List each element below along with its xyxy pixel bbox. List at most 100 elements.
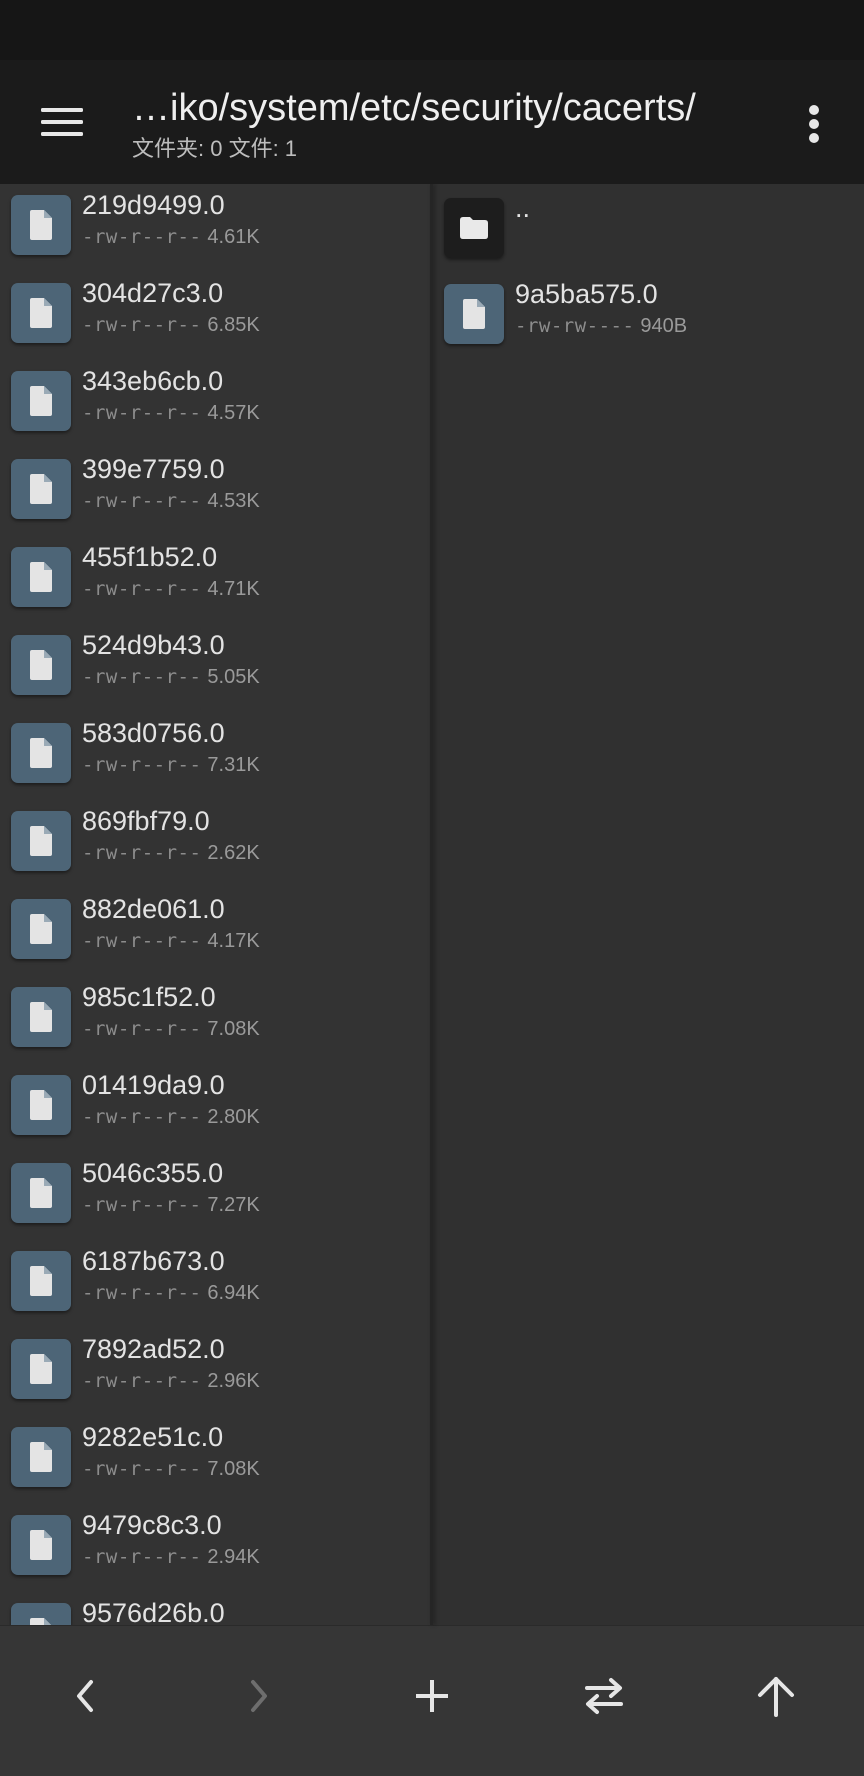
- file-name: 9a5ba575.0: [515, 279, 658, 309]
- file-row[interactable]: 882de061.0 -rw-r--r-- 4.17K: [0, 894, 430, 987]
- file-permissions: -rw-r--r--: [82, 1018, 202, 1040]
- more-vert-icon: [809, 105, 819, 143]
- file-size: 6.85K: [207, 314, 260, 336]
- file-meta: -rw-r--r-- 7.08K: [82, 1016, 260, 1042]
- file-icon: [11, 1163, 71, 1223]
- file-row[interactable]: 9576d26b.0: [0, 1598, 430, 1625]
- file-meta: -rw-r--r-- 2.96K: [82, 1368, 260, 1394]
- bottom-toolbar: [0, 1625, 864, 1776]
- file-name: 5046c355.0: [82, 1158, 224, 1188]
- status-bar: [0, 0, 864, 60]
- file-row[interactable]: 455f1b52.0 -rw-r--r-- 4.71K: [0, 542, 430, 635]
- file-icon: [11, 723, 71, 783]
- app-bar: …iko/system/etc/security/cacerts/ 文件夹: 0…: [0, 0, 864, 184]
- file-row[interactable]: 9a5ba575.0 -rw-rw---- 940B: [433, 279, 864, 372]
- file-meta: -rw-r--r-- 6.85K: [82, 312, 260, 338]
- file-name: 985c1f52.0: [82, 982, 216, 1012]
- file-size: 7.31K: [207, 754, 260, 776]
- file-row[interactable]: 01419da9.0 -rw-r--r-- 2.80K: [0, 1070, 430, 1163]
- file-icon: [11, 547, 71, 607]
- file-name: 304d27c3.0: [82, 278, 224, 308]
- file-size: 4.61K: [207, 226, 260, 248]
- file-size: 7.08K: [207, 1458, 260, 1480]
- file-name: 869fbf79.0: [82, 806, 210, 836]
- parent-folder-label: ..: [515, 193, 531, 223]
- file-permissions: -rw-r--r--: [82, 402, 202, 424]
- pane-divider[interactable]: [430, 184, 433, 1625]
- file-meta: -rw-r--r-- 5.05K: [82, 664, 260, 690]
- file-name: 524d9b43.0: [82, 630, 225, 660]
- add-button[interactable]: [392, 1656, 472, 1736]
- title-block: …iko/system/etc/security/cacerts/ 文件夹: 0…: [132, 84, 772, 164]
- file-icon: [11, 1515, 71, 1575]
- file-size: 940B: [640, 315, 688, 337]
- file-meta: -rw-r--r-- 7.08K: [82, 1456, 260, 1482]
- file-permissions: -rw-r--r--: [82, 1194, 202, 1216]
- menu-icon: [41, 108, 83, 136]
- file-permissions: -rw-r--r--: [82, 314, 202, 336]
- file-icon: [11, 195, 71, 255]
- file-size: 2.96K: [207, 1370, 260, 1392]
- file-row[interactable]: 6187b673.0 -rw-r--r-- 6.94K: [0, 1246, 430, 1339]
- file-name: 9479c8c3.0: [82, 1510, 222, 1540]
- file-icon: [11, 987, 71, 1047]
- file-meta: -rw-r--r-- 4.17K: [82, 928, 260, 954]
- file-icon: [11, 1427, 71, 1487]
- more-options-button[interactable]: [790, 96, 838, 152]
- parent-folder-row[interactable]: ..: [433, 193, 864, 286]
- file-icon: [11, 1339, 71, 1399]
- file-icon: [11, 1251, 71, 1311]
- swap-panes-button[interactable]: [564, 1656, 644, 1736]
- file-name: 9282e51c.0: [82, 1422, 224, 1452]
- left-file-pane[interactable]: 219d9499.0 -rw-r--r-- 4.61K 304d27c3.0 -rw-r…: [0, 184, 430, 1625]
- file-row[interactable]: 7892ad52.0 -rw-r--r-- 2.96K: [0, 1334, 430, 1427]
- file-meta: -rw-r--r-- 7.31K: [82, 752, 260, 778]
- file-size: 4.53K: [207, 490, 260, 512]
- menu-button[interactable]: [26, 92, 98, 152]
- file-row[interactable]: 985c1f52.0 -rw-r--r-- 7.08K: [0, 982, 430, 1075]
- file-size: 2.62K: [207, 842, 260, 864]
- file-row[interactable]: 343eb6cb.0 -rw-r--r-- 4.57K: [0, 366, 430, 459]
- forward-button[interactable]: [218, 1656, 298, 1736]
- file-icon: [11, 811, 71, 871]
- file-row[interactable]: 869fbf79.0 -rw-r--r-- 2.62K: [0, 806, 430, 899]
- file-meta: -rw-r--r-- 4.61K: [82, 224, 260, 250]
- file-size: 6.94K: [207, 1282, 260, 1304]
- file-permissions: -rw-r--r--: [82, 578, 202, 600]
- file-row[interactable]: 583d0756.0 -rw-r--r-- 7.31K: [0, 718, 430, 811]
- file-permissions: -rw-r--r--: [82, 1370, 202, 1392]
- file-permissions: -rw-r--r--: [82, 666, 202, 688]
- file-size: 5.05K: [207, 666, 260, 688]
- file-row[interactable]: 9479c8c3.0 -rw-r--r-- 2.94K: [0, 1510, 430, 1603]
- file-name: 6187b673.0: [82, 1246, 225, 1276]
- up-directory-button[interactable]: [736, 1656, 816, 1736]
- file-size: 4.57K: [207, 402, 260, 424]
- file-size: 2.80K: [207, 1106, 260, 1128]
- file-permissions: -rw-r--r--: [82, 226, 202, 248]
- file-size: 7.27K: [207, 1194, 260, 1216]
- file-meta: -rw-r--r-- 7.27K: [82, 1192, 260, 1218]
- right-file-pane[interactable]: .. 9a5ba575.0 -rw-rw---- 940B: [433, 184, 864, 1625]
- file-name: 9576d26b.0: [82, 1598, 225, 1625]
- file-row[interactable]: 5046c355.0 -rw-r--r-- 7.27K: [0, 1158, 430, 1251]
- file-permissions: -rw-r--r--: [82, 1282, 202, 1304]
- file-icon: [11, 371, 71, 431]
- file-row[interactable]: 399e7759.0 -rw-r--r-- 4.53K: [0, 454, 430, 547]
- file-permissions: -rw-r--r--: [82, 930, 202, 952]
- back-button[interactable]: [46, 1656, 126, 1736]
- file-manager-screen: …iko/system/etc/security/cacerts/ 文件夹: 0…: [0, 0, 864, 1776]
- file-row[interactable]: 304d27c3.0 -rw-r--r-- 6.85K: [0, 278, 430, 371]
- file-row[interactable]: 219d9499.0 -rw-r--r-- 4.61K: [0, 190, 430, 283]
- file-name: 583d0756.0: [82, 718, 225, 748]
- file-icon: [11, 1603, 71, 1625]
- file-icon: [444, 284, 504, 344]
- file-permissions: -rw-r--r--: [82, 754, 202, 776]
- file-permissions: -rw-r--r--: [82, 842, 202, 864]
- file-icon: [11, 459, 71, 519]
- file-row[interactable]: 524d9b43.0 -rw-r--r-- 5.05K: [0, 630, 430, 723]
- folder-icon: [444, 198, 504, 258]
- file-row[interactable]: 9282e51c.0 -rw-r--r-- 7.08K: [0, 1422, 430, 1515]
- file-name: 01419da9.0: [82, 1070, 225, 1100]
- file-meta: -rw-r--r-- 2.62K: [82, 840, 260, 866]
- file-meta: -rw-r--r-- 2.94K: [82, 1544, 260, 1570]
